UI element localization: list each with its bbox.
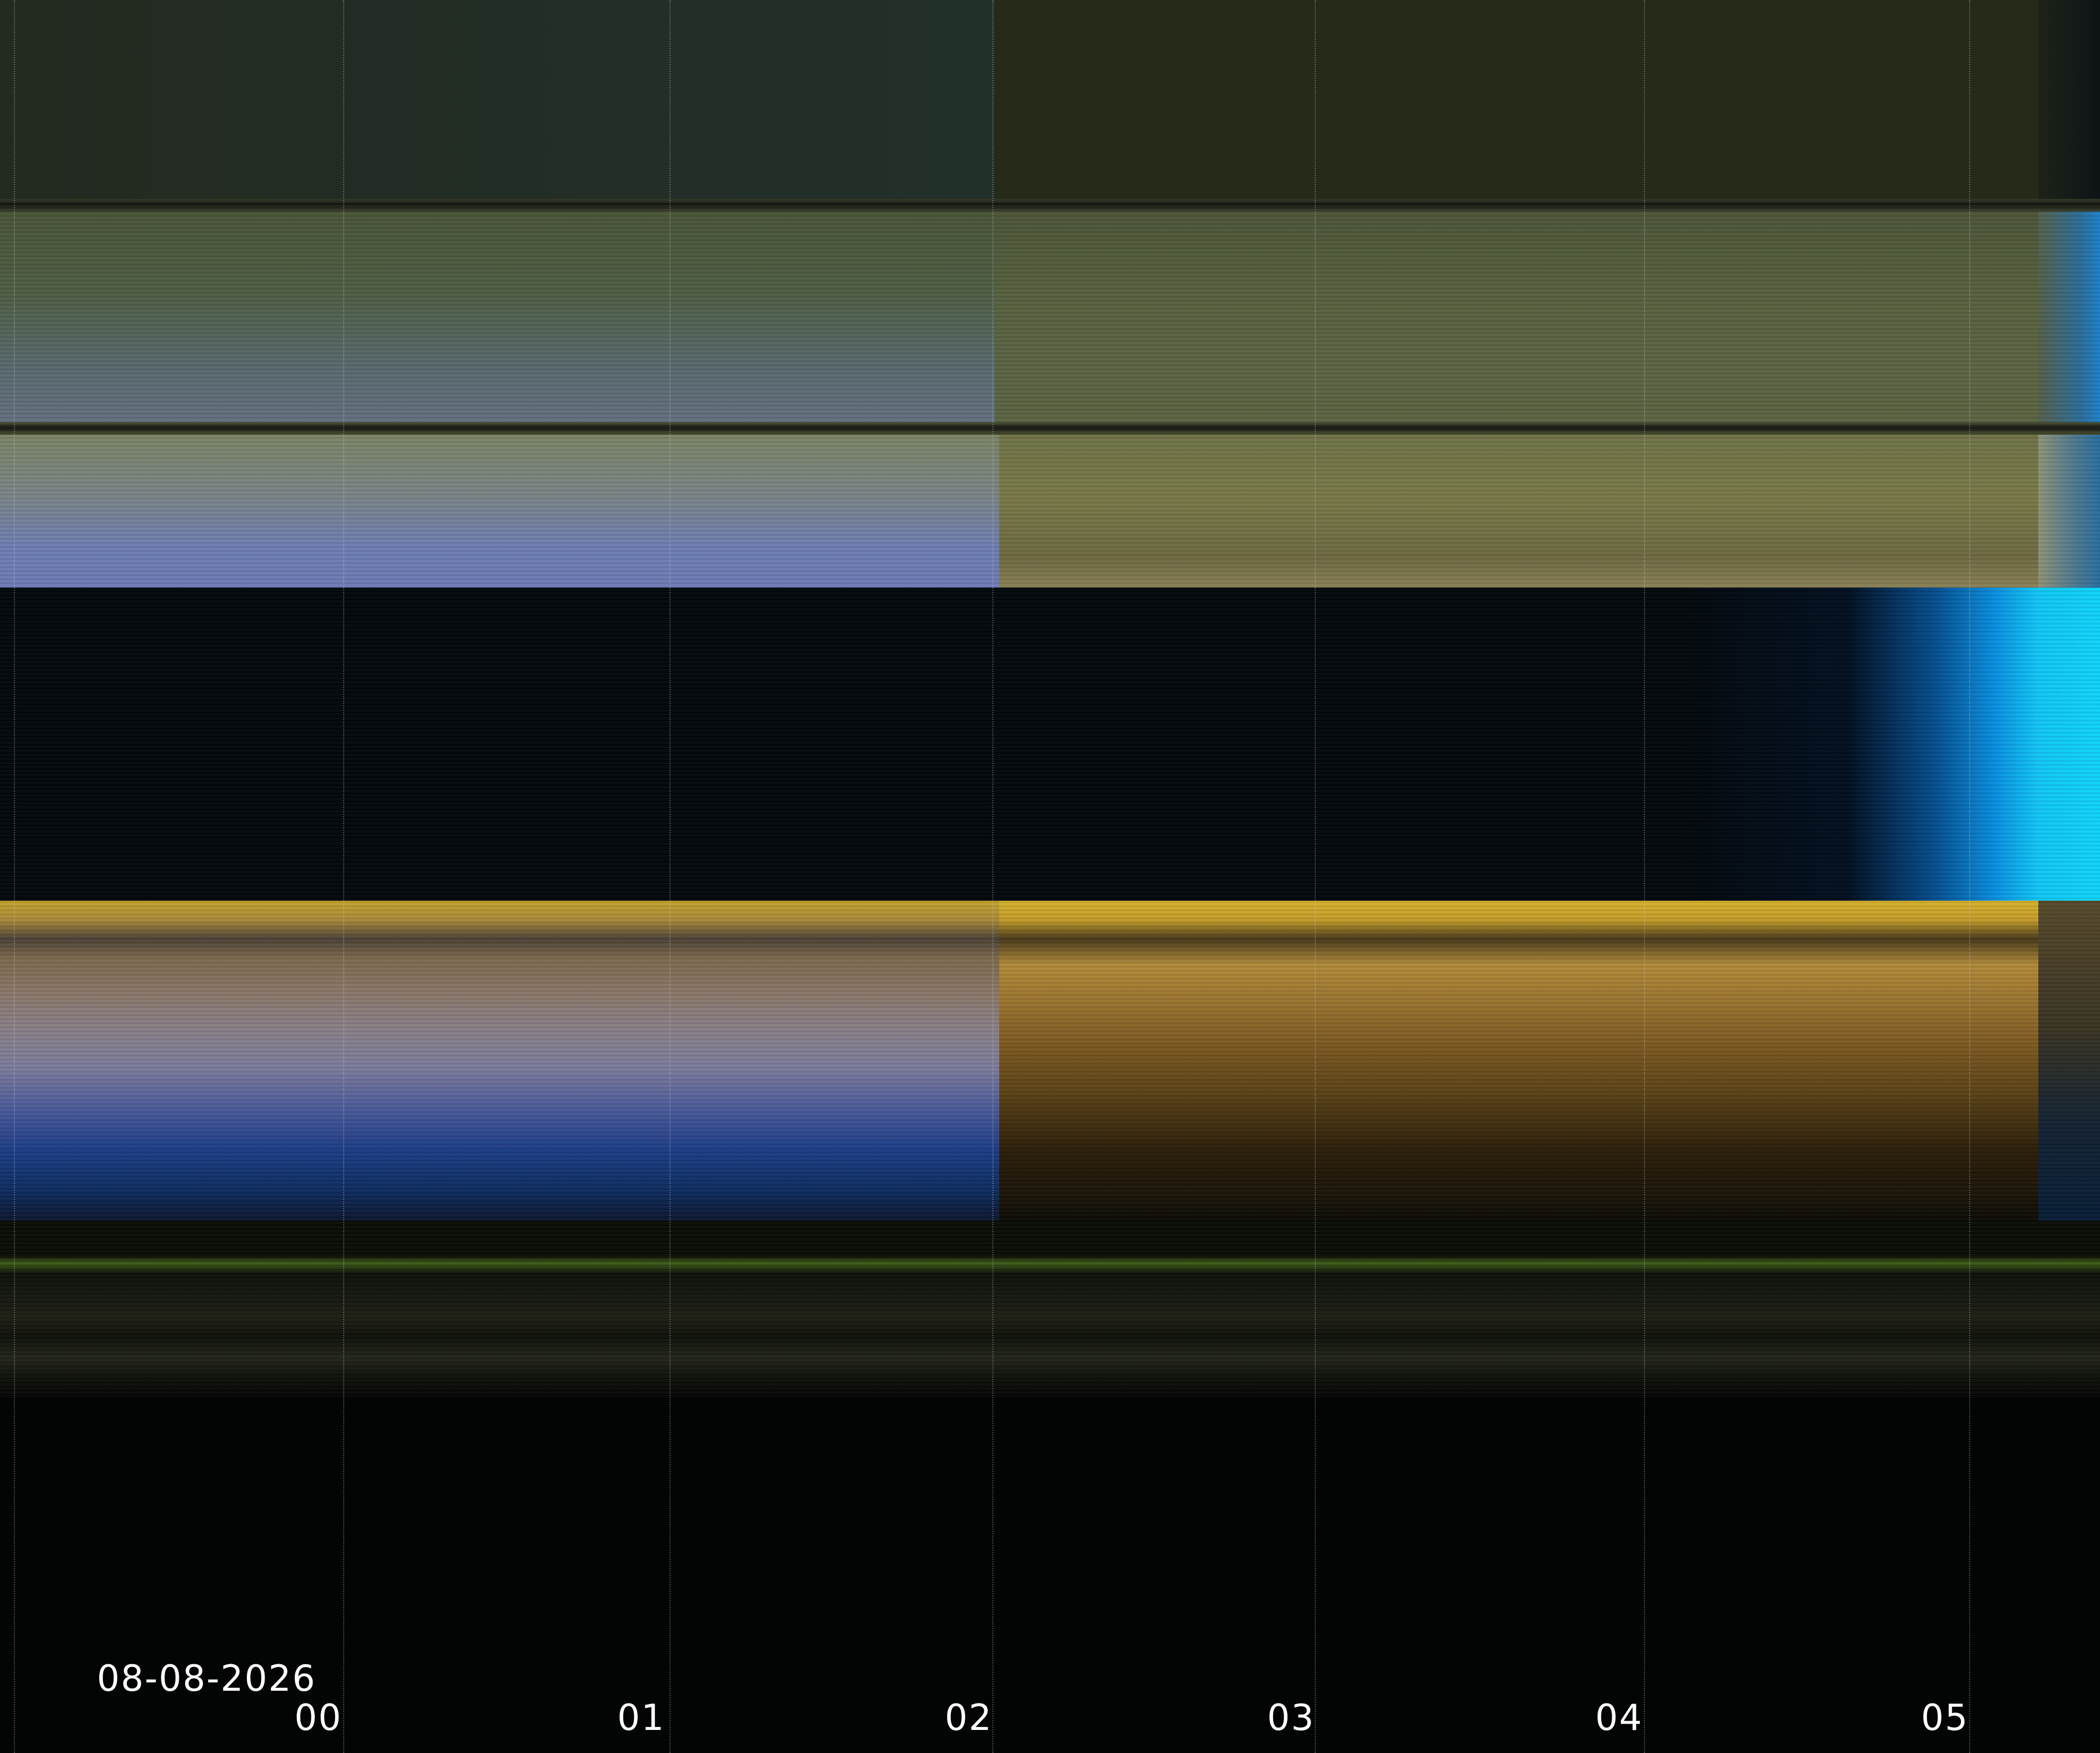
keogram-image: 08-08-2026 00 01 02 03 04 05 <box>0 0 2100 1753</box>
horizon-band <box>0 901 2100 1221</box>
hour-label: 01 <box>617 1696 665 1739</box>
night-sky-band <box>0 588 2100 901</box>
sky-band-middle <box>0 212 2100 422</box>
grid-line <box>343 0 344 1753</box>
hour-label: 00 <box>294 1696 343 1739</box>
grid-line <box>1644 0 1645 1753</box>
grid-line <box>1315 0 1316 1753</box>
hour-label: 05 <box>1921 1696 1969 1739</box>
ground-band <box>0 1221 2100 1397</box>
hour-label: 04 <box>1595 1696 1643 1739</box>
hour-label: 02 <box>944 1696 993 1739</box>
date-label: 08-08-2026 <box>97 1657 317 1699</box>
grid-line <box>1969 0 1970 1753</box>
seam-line <box>0 422 2100 435</box>
sky-band-upper <box>0 0 2100 199</box>
sky-band-lower <box>0 435 2100 588</box>
grid-line <box>669 0 671 1753</box>
grid-line <box>992 0 993 1753</box>
grid-line <box>14 0 15 1753</box>
hour-label: 03 <box>1267 1696 1315 1739</box>
seam-line <box>0 199 2100 212</box>
